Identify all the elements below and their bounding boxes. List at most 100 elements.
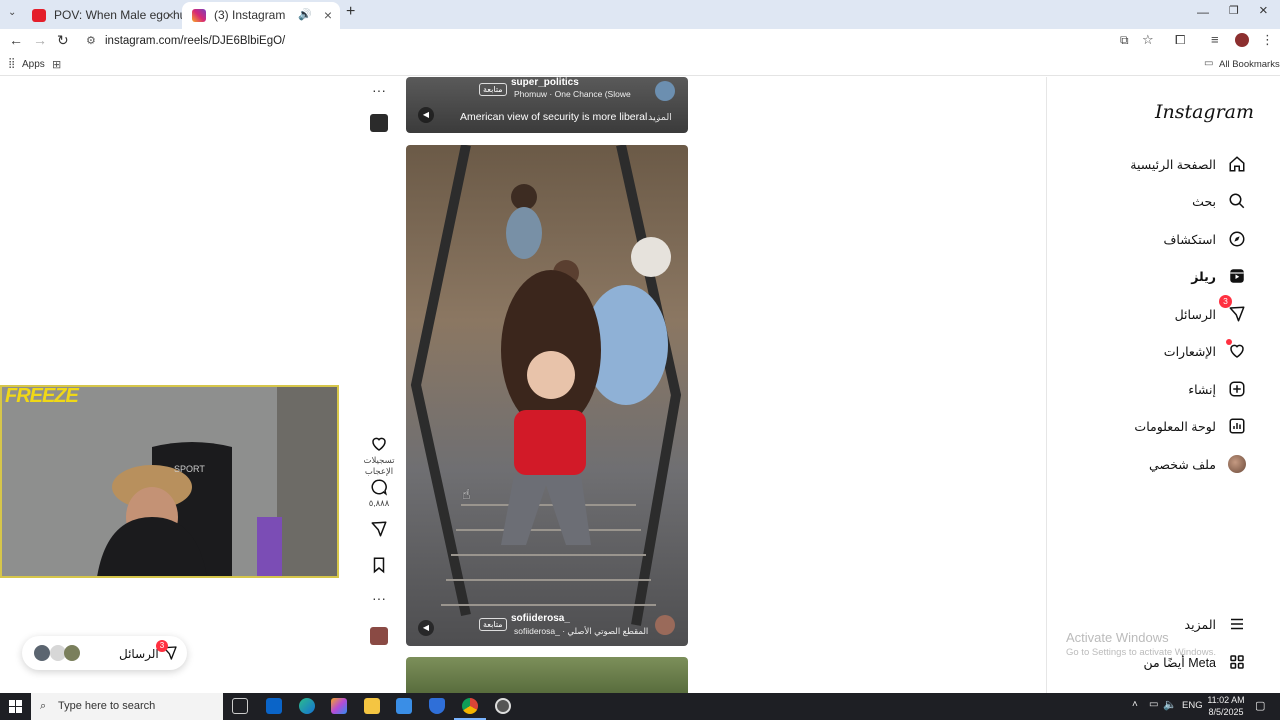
sidebar-item-create[interactable]: إنشاء <box>1188 378 1246 400</box>
extensions-icon[interactable]: ⧠ <box>1175 32 1185 48</box>
apps-grid-icon: ⣿ <box>8 58 16 69</box>
sidebar-item-label: استكشاف <box>1163 232 1216 247</box>
reel-audio[interactable]: sofiiderosa_ · المقطع الصوتي الأصلي <box>514 626 649 637</box>
search-icon: ⌕ <box>40 700 47 712</box>
close-tab-icon[interactable]: × <box>166 2 174 29</box>
reel-next[interactable] <box>406 657 688 693</box>
save-bookmark-icon[interactable] <box>370 556 388 574</box>
bookmarks-bar: ⣿ Apps ⊞ ▭ All Bookmarks <box>0 54 1280 76</box>
profile-avatar[interactable] <box>1235 33 1249 47</box>
stream-overlay-text: FREEZE <box>5 385 79 407</box>
clock-date[interactable]: 8/5/2025 <box>1203 707 1249 717</box>
network-icon[interactable]: ▭ <box>1149 699 1158 710</box>
more-options-icon[interactable]: ··· <box>366 82 392 98</box>
new-tab-button[interactable]: + <box>346 3 355 21</box>
media-icon[interactable]: ≡ <box>1211 32 1219 47</box>
sidebar-item-dashboard[interactable]: لوحة المعلومات <box>1134 415 1246 437</box>
speaker-icon[interactable]: 🔊 <box>298 2 312 29</box>
comment-icon[interactable] <box>370 478 388 496</box>
sidebar-item-label: الصفحة الرئيسية <box>1130 157 1216 172</box>
mouse-cursor-icon: ☝ <box>462 486 471 502</box>
reel-video-frame <box>410 145 682 626</box>
task-view-icon[interactable] <box>232 698 248 714</box>
windows-start-icon[interactable] <box>9 700 22 713</box>
author-avatar[interactable] <box>655 81 675 101</box>
bookmark-star-icon[interactable]: ☆ <box>1142 32 1154 48</box>
reload-icon[interactable]: ↻ <box>57 32 69 49</box>
minimize-icon[interactable]: — <box>1197 5 1209 19</box>
volume-icon[interactable]: 🔈 <box>1163 698 1177 711</box>
reel-previous[interactable]: super_politics متابعة Phomuw · One Chanc… <box>406 77 688 133</box>
clock-time[interactable]: 11:02 AM <box>1203 695 1249 705</box>
close-window-icon[interactable]: × <box>1259 2 1268 19</box>
more-options-icon[interactable]: ··· <box>366 590 392 606</box>
notifications-center-icon[interactable]: ▢ <box>1255 699 1265 712</box>
avatar <box>34 645 50 661</box>
reel-audio[interactable]: Phomuw · One Chance (Slowe <box>514 89 639 99</box>
edge-icon[interactable] <box>299 698 315 714</box>
sidebar-item-reels[interactable]: ريلز <box>1191 265 1246 287</box>
sidebar-item-home[interactable]: الصفحة الرئيسية <box>1130 153 1246 175</box>
sidebar-item-explore[interactable]: استكشاف <box>1163 228 1246 250</box>
close-tab-icon[interactable]: × <box>324 2 332 29</box>
reel-username[interactable]: sofiiderosa_ <box>511 613 570 624</box>
reel-video[interactable]: ◀ sofiiderosa_ متابعة sofiiderosa_ · الم… <box>406 145 688 646</box>
youtube-icon <box>32 9 46 22</box>
sidebar-item-search[interactable]: بحث <box>1192 190 1246 212</box>
sidebar-item-label: ريلز <box>1191 269 1216 284</box>
author-avatar[interactable] <box>655 615 675 635</box>
audio-thumbnail[interactable] <box>370 114 388 132</box>
all-bookmarks[interactable]: All Bookmarks <box>1219 59 1280 70</box>
sidebar-item-profile[interactable]: ملف شخصي <box>1149 453 1246 475</box>
copilot-icon[interactable] <box>331 698 347 714</box>
avatar <box>1228 455 1246 473</box>
tab-strip: ⌄ POV: When Male ego hurts #m × (3) Inst… <box>0 0 1280 29</box>
speaker-icon[interactable]: ◀ <box>418 620 434 636</box>
address-bar[interactable]: ⚙ instagram.com/reels/DJE6BlbiEgO/ <box>78 30 1168 52</box>
file-explorer-icon[interactable] <box>364 698 380 714</box>
forward-icon[interactable]: → <box>33 32 47 48</box>
back-icon[interactable]: ← <box>9 32 23 48</box>
tab-search-chevron-icon[interactable]: ⌄ <box>8 7 16 18</box>
dashboard-icon <box>1229 418 1245 434</box>
activate-windows-title: Activate Windows <box>1066 630 1169 645</box>
store-icon[interactable] <box>396 698 412 714</box>
sidebar-item-messages[interactable]: الرسائل 3 <box>1175 295 1246 325</box>
like-heart-icon[interactable] <box>370 435 388 453</box>
sidebar-item-notifications[interactable]: الإشعارات <box>1164 339 1246 362</box>
language-indicator[interactable]: ENG <box>1182 700 1203 711</box>
taskbar-search-input[interactable]: ⌕ Type here to search <box>31 693 223 720</box>
cast-icon[interactable]: ⧉ <box>1120 33 1129 48</box>
follow-button[interactable]: متابعة <box>479 618 507 631</box>
menu-icon[interactable]: ⋮ <box>1261 32 1274 48</box>
notification-badge: 3 <box>1219 295 1232 308</box>
sidebar-item-label: إنشاء <box>1188 382 1216 397</box>
tab-youtube[interactable]: POV: When Male ego hurts #m × <box>22 2 182 29</box>
tab-groups-icon[interactable]: ⊞ <box>52 58 61 71</box>
share-icon[interactable] <box>370 520 388 538</box>
obs-icon[interactable] <box>495 698 511 714</box>
comments-count: ٥,٨٨٨ <box>368 498 390 508</box>
tab-instagram[interactable]: (3) Instagram 🔊 × <box>182 2 340 29</box>
instagram-logo[interactable]: Instagram <box>1155 101 1254 123</box>
reel-username[interactable]: super_politics <box>511 77 579 88</box>
outlook-icon[interactable] <box>266 698 282 714</box>
sidebar-item-label: المزيد <box>1184 617 1216 632</box>
follow-button[interactable]: متابعة <box>479 83 507 96</box>
tray-chevron-icon[interactable]: ˄ <box>1132 699 1138 710</box>
site-info-icon[interactable]: ⚙ <box>86 30 96 52</box>
messages-pill[interactable]: الرسائل 3 <box>22 636 187 670</box>
avatar <box>64 645 80 661</box>
chrome-icon[interactable] <box>462 698 478 714</box>
notification-badge: 3 <box>156 640 168 652</box>
restore-icon[interactable]: ❐ <box>1229 4 1239 17</box>
messenger-icon <box>1229 306 1245 322</box>
apps-bookmark[interactable]: Apps <box>22 59 45 70</box>
more-caption-link[interactable]: المزيد <box>648 112 672 123</box>
windows-taskbar: ⌕ Type here to search ˄ ▭ 🔈 ENG 11:02 AM… <box>0 693 1280 720</box>
speaker-icon[interactable]: ◀ <box>418 107 434 123</box>
audio-thumbnail[interactable] <box>370 627 388 645</box>
security-shield-icon[interactable] <box>429 698 445 714</box>
sidebar-item-more[interactable]: المزيد <box>1185 613 1246 635</box>
hamburger-icon <box>1231 618 1243 630</box>
